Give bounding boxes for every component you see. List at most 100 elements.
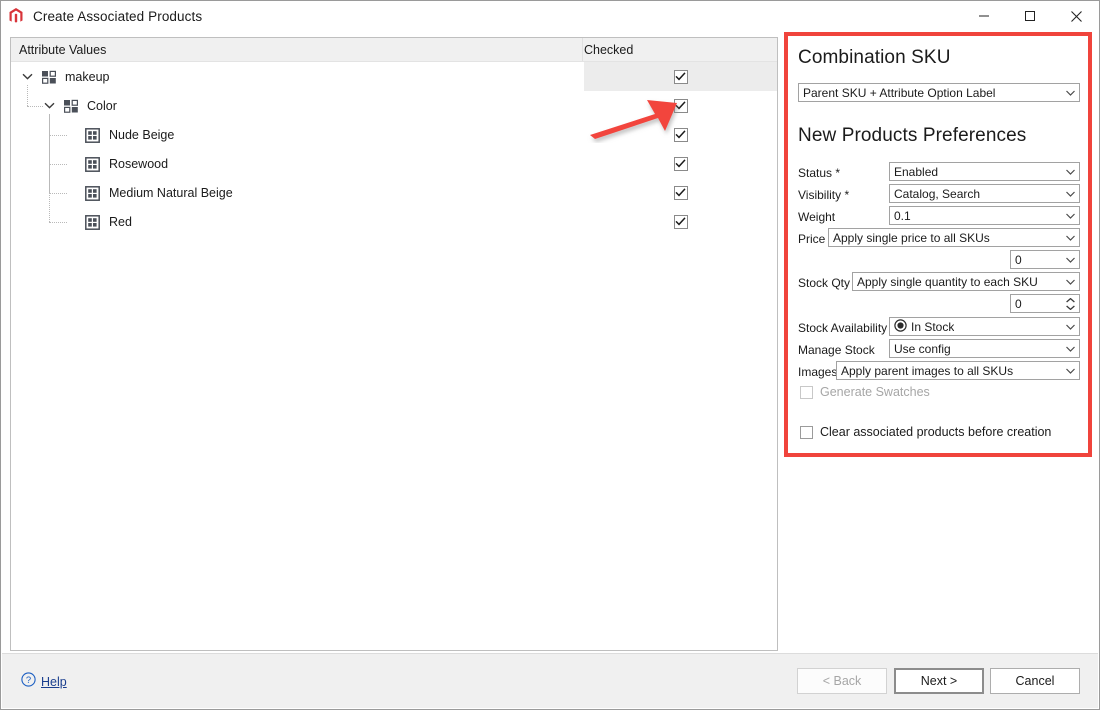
tree-row-checked-cell[interactable] [584,120,777,149]
back-button-label: < Back [822,674,862,688]
tree-row-checked-cell[interactable] [584,149,777,178]
next-button[interactable]: Next > [894,668,984,694]
images-value: Apply parent images to all SKUs [841,363,1014,378]
attribute-option-icon [85,127,103,143]
clear-associated-products-checkbox-row[interactable]: Clear associated products before creatio… [800,425,1051,439]
tree-guide-line [49,192,67,194]
cancel-button[interactable]: Cancel [990,668,1080,694]
stock-availability-dropdown[interactable]: In Stock [889,317,1080,336]
combination-sku-value: Parent SKU + Attribute Option Label [803,85,996,100]
stock-qty-value-stepper[interactable]: 0 [1010,294,1080,313]
tree-row-name-cell[interactable]: Medium Natural Beige [11,178,584,207]
price-mode-dropdown[interactable]: Apply single price to all SKUs [828,228,1080,247]
tree-row-checked-cell[interactable] [584,178,777,207]
tree-row-checked-cell[interactable] [584,91,777,120]
tree-row[interactable]: Color [11,91,777,120]
in-stock-icon [894,318,907,335]
column-header-checked: Checked [584,42,634,57]
chevron-down-icon [1062,362,1079,379]
tree-row-name-cell[interactable]: Color [11,91,584,120]
attribute-option-icon [85,185,103,201]
magento-logo-icon [6,6,26,26]
tree-guide-line [27,105,43,107]
next-button-label: Next > [920,674,958,688]
row-checkbox[interactable] [673,156,688,171]
svg-text:?: ? [26,675,31,686]
tree-row-label: Red [109,214,132,229]
tree-row-name-cell[interactable]: makeup [11,62,584,91]
row-checkbox[interactable] [673,69,688,84]
status-dropdown[interactable]: Enabled [889,162,1080,181]
create-associated-products-window: Create Associated Products Attribute Val… [0,0,1100,710]
images-label: Images [798,365,838,379]
tree-row-name-cell[interactable]: Nude Beige [11,120,584,149]
attribute-values-tree-panel: Attribute Values Checked makeup Color Nude… [10,37,778,651]
chevron-down-icon [1062,273,1079,290]
tree-row-name-cell[interactable]: Rosewood [11,149,584,178]
tree-row-label: Nude Beige [109,127,175,142]
tree-row[interactable]: Rosewood [11,149,777,178]
stepper-arrows-icon[interactable] [1062,295,1079,312]
tree-row[interactable]: Red [11,207,777,236]
tree-row-checked-cell[interactable] [584,207,777,236]
window-title: Create Associated Products [33,8,203,24]
chevron-down-icon [1062,185,1079,202]
attribute-set-icon [41,70,59,84]
status-label: Status * [798,166,841,180]
weight-dropdown[interactable]: 0.1 [889,206,1080,225]
chevron-down-icon [1062,163,1079,180]
tree-row-label: Color [87,98,117,113]
close-icon[interactable] [1053,1,1099,31]
stock-qty-label: Stock Qty [798,276,851,290]
tree-row-label: Medium Natural Beige [109,185,233,200]
visibility-value: Catalog, Search [894,186,981,201]
help-label: Help [41,675,67,689]
visibility-label: Visibility * [798,188,850,202]
attribute-option-icon [85,156,103,172]
row-checkbox[interactable] [673,214,688,229]
generate-swatches-label: Generate Swatches [820,385,930,399]
dialog-footer: ? Help < Back Next > Cancel [2,653,1098,708]
price-label: Price [798,232,826,246]
tree-row[interactable]: Medium Natural Beige [11,178,777,207]
stock-qty-value: 0 [1015,296,1022,311]
maximize-icon[interactable] [1007,1,1053,31]
stock-availability-value: In Stock [911,319,955,334]
help-question-icon: ? [21,672,36,692]
chevron-down-icon [1062,84,1079,101]
tree-row[interactable]: makeup [11,62,777,91]
row-checkbox[interactable] [673,127,688,142]
tree-row-checked-cell[interactable] [584,62,777,91]
tree-body: makeup Color Nude Beige Rosewood Medium Natu… [11,62,777,236]
tree-row[interactable]: Nude Beige [11,120,777,149]
images-dropdown[interactable]: Apply parent images to all SKUs [836,361,1080,380]
tree-guide-line [27,84,28,106]
weight-value: 0.1 [894,208,911,223]
visibility-dropdown[interactable]: Catalog, Search [889,184,1080,203]
row-checkbox[interactable] [673,98,688,113]
minimize-icon[interactable] [961,1,1007,31]
help-link[interactable]: ? Help [21,672,67,692]
column-divider [582,38,583,61]
price-value-dropdown[interactable]: 0 [1010,250,1080,269]
tree-guide-line [49,221,67,223]
chevron-down-icon [1062,340,1079,357]
new-products-preferences-heading: New Products Preferences [798,125,1027,146]
clear-associated-products-checkbox[interactable] [800,425,813,439]
combination-sku-dropdown[interactable]: Parent SKU + Attribute Option Label [798,83,1080,102]
combination-sku-heading: Combination SKU [798,47,951,68]
stock-qty-mode-dropdown[interactable]: Apply single quantity to each SKU [852,272,1080,291]
price-value: 0 [1015,252,1022,267]
generate-swatches-checkbox-row[interactable]: Generate Swatches [800,385,930,399]
new-products-preferences-panel: Combination SKU Parent SKU + Attribute O… [784,32,1092,457]
stock-availability-label: Stock Availability [798,321,888,335]
manage-stock-dropdown[interactable]: Use config [889,339,1080,358]
tree-guide-line [49,134,67,136]
attribute-option-icon [85,214,103,230]
tree-row-name-cell[interactable]: Red [11,207,584,236]
row-checkbox[interactable] [673,185,688,200]
back-button[interactable]: < Back [797,668,887,694]
tree-header: Attribute Values Checked [11,38,777,62]
tree-row-label: makeup [65,69,110,84]
generate-swatches-checkbox [800,385,813,399]
